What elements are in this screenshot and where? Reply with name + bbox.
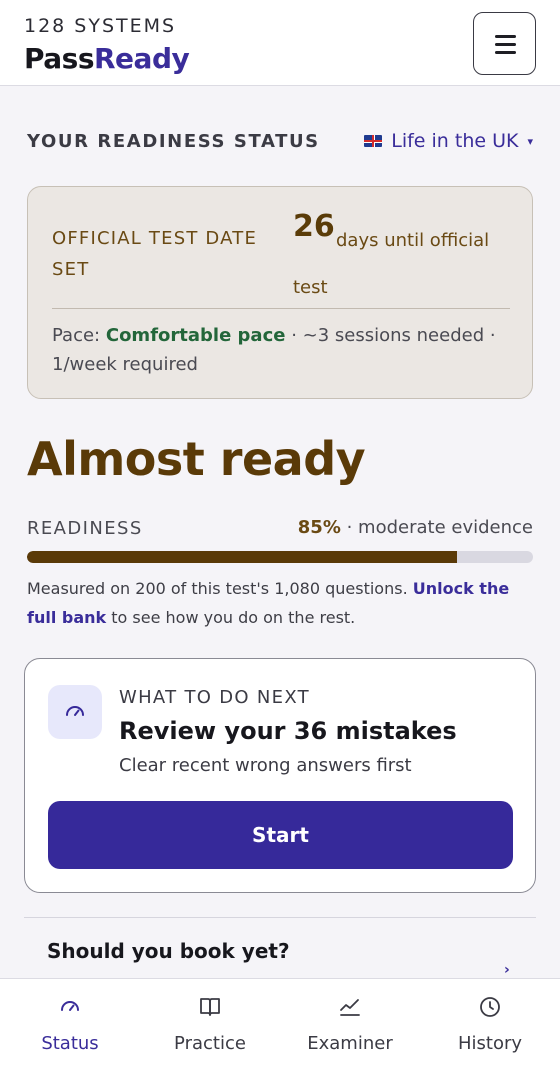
test-selector[interactable]: Life in the UK ▾ [364,130,533,152]
next-action-card: WHAT TO DO NEXT Review your 36 mistakes … [24,658,536,893]
test-date-card: OFFICIAL TEST DATE SET 26 days until off… [27,186,533,399]
caret-down-icon: ▾ [527,134,533,148]
hamburger-line [495,43,516,46]
brand-logo[interactable]: PassReady [24,42,190,75]
nav-item-practice[interactable]: Practice [140,979,280,1072]
hamburger-line [495,51,516,54]
menu-button[interactable] [473,12,536,75]
start-button[interactable]: Start [48,801,513,869]
chart-line-icon [340,999,360,1016]
nav-item-examiner[interactable]: Examiner [280,979,420,1072]
section-title: YOUR READINESS STATUS [27,131,320,152]
readiness-progress-fill [27,551,458,563]
bottom-nav: Status Practice Examiner History [0,978,560,1072]
hamburger-menu-icon [495,35,516,38]
gauge-icon [61,1001,79,1011]
clock-icon [480,997,500,1017]
book-icon [200,998,220,1016]
next-eyebrow: WHAT TO DO NEXT [119,687,310,708]
measured-text: Measured on 200 of this test's 1,080 que… [27,579,408,598]
nav-label: Practice [174,1033,246,1054]
company-name: 128 SYSTEMS [24,15,177,37]
chevron-right-icon[interactable]: › [504,962,510,978]
measured-note: Measured on 200 of this test's 1,080 que… [27,574,537,632]
test-name: Life in the UK [391,130,519,152]
brand-part2: Ready [94,42,190,75]
divider [24,917,536,918]
nav-label: History [457,1033,523,1054]
nav-item-status[interactable]: Status [0,979,140,1072]
pace-value: Comfortable pace [105,325,286,346]
brand-part1: Pass [24,42,95,75]
app-header: 128 SYSTEMS PassReady [0,0,560,86]
pace-info: Pace: Comfortable pace · ~3 sessions nee… [52,321,512,379]
nav-label: Examiner [307,1033,393,1054]
readiness-evidence: · moderate evidence [346,517,533,538]
readiness-progress-bar [27,551,533,563]
pace-prefix: Pace: [52,325,101,346]
days-text: days until official test [293,230,490,298]
nav-label: Status [41,1033,99,1054]
gauge-icon [48,685,102,739]
test-date-label: OFFICIAL TEST DATE SET [52,228,258,280]
next-title: Review your 36 mistakes [119,717,457,745]
measured-suffix: to see how you do on the rest. [111,608,356,627]
next-subtitle: Clear recent wrong answers first [119,755,412,776]
divider [52,308,510,309]
uk-flag-icon [364,135,383,147]
readiness-headline: Almost ready [27,432,366,486]
should-book-question[interactable]: Should you book yet? [47,939,290,963]
readiness-label: READINESS [27,518,143,539]
readiness-value: 85% · moderate evidence [298,517,533,538]
nav-item-history[interactable]: History [420,979,560,1072]
readiness-percent: 85% [297,517,341,538]
